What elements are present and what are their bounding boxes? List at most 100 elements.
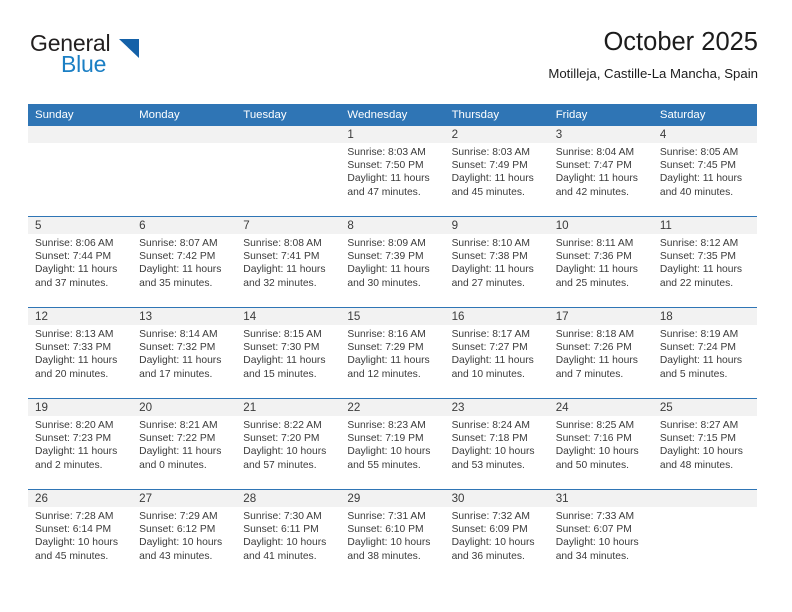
daylight-text-line1: Daylight: 10 hours — [35, 537, 118, 549]
day-number: 20 — [132, 399, 237, 416]
sunset-text: Sunset: 7:16 PM — [555, 433, 632, 445]
calendar-day-cell[interactable]: 23 Sunrise: 8:24 AM Sunset: 7:18 PM Dayligh… — [444, 399, 549, 489]
daylight-text-line1: Daylight: 11 hours — [139, 355, 222, 367]
sunrise-text: Sunrise: 8:24 AM — [451, 420, 530, 431]
brand-triangle-icon — [119, 39, 139, 58]
sunrise-text: Sunrise: 7:33 AM — [555, 511, 635, 522]
sunrise-text: Sunrise: 8:17 AM — [451, 329, 530, 340]
calendar-day-cell[interactable]: 29 Sunrise: 7:31 AM Sunset: 6:10 PM Dayligh… — [340, 490, 445, 580]
brand-logo[interactable]: General Blue — [30, 30, 160, 86]
day-details: Sunrise: 8:13 AM Sunset: 7:33 PM Daylight:… — [28, 325, 132, 381]
sunrise-text: Sunrise: 8:04 AM — [555, 147, 635, 158]
daylight-text-line1: Daylight: 11 hours — [35, 264, 118, 276]
daylight-text-line2: and 7 minutes. — [555, 368, 624, 380]
sunrise-text: Sunrise: 8:13 AM — [35, 329, 114, 340]
sunrise-text: Sunrise: 8:06 AM — [35, 238, 114, 249]
calendar-day-cell[interactable]: 31 Sunrise: 7:33 AM Sunset: 6:07 PM Dayligh… — [548, 490, 653, 580]
weekday-header-wednesday: Wednesday — [340, 104, 445, 126]
daylight-text-line1: Daylight: 10 hours — [451, 537, 535, 549]
daylight-text-line1: Daylight: 10 hours — [243, 537, 327, 549]
day-details: Sunrise: 8:11 AM Sunset: 7:36 PM Daylight:… — [549, 234, 653, 290]
calendar-day-cell[interactable]: 18 Sunrise: 8:19 AM Sunset: 7:24 PM Dayligh… — [652, 308, 757, 398]
sunset-text: Sunset: 7:42 PM — [139, 251, 216, 263]
day-details: Sunrise: 8:16 AM Sunset: 7:29 PM Daylight:… — [340, 325, 444, 381]
daylight-text-line1: Daylight: 11 hours — [659, 264, 743, 276]
brand-name-blue: Blue — [61, 51, 107, 77]
day-number: 3 — [548, 126, 653, 143]
daylight-text-line1: Daylight: 11 hours — [347, 264, 430, 276]
calendar-day-cell[interactable]: 11 Sunrise: 8:12 AM Sunset: 7:35 PM Dayligh… — [652, 217, 757, 307]
calendar-day-cell[interactable]: 7 Sunrise: 8:08 AM Sunset: 7:41 PM Daylight… — [236, 217, 341, 307]
sunset-text: Sunset: 7:44 PM — [35, 251, 112, 263]
calendar-day-cell[interactable]: 4 Sunrise: 8:05 AM Sunset: 7:45 PM Daylight… — [652, 126, 757, 216]
sunset-text: Sunset: 6:12 PM — [139, 524, 216, 536]
sunrise-text: Sunrise: 7:30 AM — [243, 511, 322, 522]
calendar-day-cell[interactable]: 21 Sunrise: 8:22 AM Sunset: 7:20 PM Dayligh… — [236, 399, 341, 489]
calendar-day-cell[interactable]: 27 Sunrise: 7:29 AM Sunset: 6:12 PM Dayligh… — [132, 490, 237, 580]
calendar-day-cell[interactable]: 25 Sunrise: 8:27 AM Sunset: 7:15 PM Dayligh… — [652, 399, 757, 489]
calendar-day-cell[interactable]: 3 Sunrise: 8:04 AM Sunset: 7:47 PM Daylight… — [548, 126, 653, 216]
calendar-day-cell[interactable]: 2 Sunrise: 8:03 AM Sunset: 7:49 PM Daylight… — [444, 126, 549, 216]
daylight-text-line2: and 30 minutes. — [347, 277, 421, 289]
sunset-text: Sunset: 7:38 PM — [451, 251, 528, 263]
calendar-day-cell[interactable]: 6 Sunrise: 8:07 AM Sunset: 7:42 PM Daylight… — [132, 217, 237, 307]
day-number: 15 — [340, 308, 445, 325]
daylight-text-line1: Daylight: 10 hours — [139, 537, 223, 549]
calendar-day-cell[interactable]: 16 Sunrise: 8:17 AM Sunset: 7:27 PM Dayligh… — [444, 308, 549, 398]
day-details: Sunrise: 8:12 AM Sunset: 7:35 PM Daylight:… — [653, 234, 757, 290]
calendar-day-cell[interactable]: 24 Sunrise: 8:25 AM Sunset: 7:16 PM Dayligh… — [548, 399, 653, 489]
day-details: Sunrise: 8:07 AM Sunset: 7:42 PM Daylight:… — [132, 234, 236, 290]
calendar-day-cell[interactable]: 13 Sunrise: 8:14 AM Sunset: 7:32 PM Dayligh… — [132, 308, 237, 398]
title-block: October 2025 Motilleja, Castille-La Manc… — [548, 26, 758, 84]
daylight-text-line2: and 53 minutes. — [451, 459, 525, 471]
sunrise-text: Sunrise: 8:19 AM — [659, 329, 739, 340]
sunrise-text: Sunrise: 8:20 AM — [35, 420, 114, 431]
daylight-text-line1: Daylight: 11 hours — [243, 355, 326, 367]
daylight-text-line2: and 2 minutes. — [35, 459, 103, 471]
calendar-day-cell[interactable]: 30 Sunrise: 7:32 AM Sunset: 6:09 PM Dayligh… — [444, 490, 549, 580]
calendar-day-cell[interactable]: 12 Sunrise: 8:13 AM Sunset: 7:33 PM Dayligh… — [28, 308, 133, 398]
sunrise-text: Sunrise: 8:03 AM — [347, 147, 426, 158]
daylight-text-line1: Daylight: 11 hours — [35, 355, 118, 367]
sunset-text: Sunset: 6:09 PM — [451, 524, 528, 536]
day-number: 4 — [652, 126, 757, 143]
day-number: 21 — [236, 399, 341, 416]
day-details: Sunrise: 8:20 AM Sunset: 7:23 PM Daylight:… — [28, 416, 132, 472]
calendar-day-cell[interactable]: 10 Sunrise: 8:11 AM Sunset: 7:36 PM Dayligh… — [548, 217, 653, 307]
daylight-text-line1: Daylight: 10 hours — [347, 446, 431, 458]
day-number: 22 — [340, 399, 445, 416]
calendar-day-cell[interactable]: 22 Sunrise: 8:23 AM Sunset: 7:19 PM Dayligh… — [340, 399, 445, 489]
daylight-text-line1: Daylight: 11 hours — [347, 355, 430, 367]
calendar-week-row: 1 Sunrise: 8:03 AM Sunset: 7:50 PM Daylight… — [28, 125, 757, 217]
calendar-day-cell[interactable]: 15 Sunrise: 8:16 AM Sunset: 7:29 PM Dayligh… — [340, 308, 445, 398]
daylight-text-line1: Daylight: 10 hours — [243, 446, 327, 458]
daylight-text-line1: Daylight: 11 hours — [659, 355, 743, 367]
day-details: Sunrise: 8:23 AM Sunset: 7:19 PM Daylight:… — [340, 416, 444, 472]
calendar-day-cell[interactable]: 9 Sunrise: 8:10 AM Sunset: 7:38 PM Daylight… — [444, 217, 549, 307]
weekday-header-monday: Monday — [132, 104, 237, 126]
calendar-day-cell[interactable]: 14 Sunrise: 8:15 AM Sunset: 7:30 PM Dayligh… — [236, 308, 341, 398]
daylight-text-line1: Daylight: 11 hours — [347, 173, 430, 185]
daylight-text-line2: and 25 minutes. — [555, 277, 629, 289]
day-details: Sunrise: 8:14 AM Sunset: 7:32 PM Daylight:… — [132, 325, 236, 381]
calendar-day-cell[interactable]: 19 Sunrise: 8:20 AM Sunset: 7:23 PM Dayligh… — [28, 399, 133, 489]
weekday-header-thursday: Thursday — [444, 104, 549, 126]
daylight-text-line2: and 0 minutes. — [139, 459, 207, 471]
daylight-text-line1: Daylight: 10 hours — [451, 446, 535, 458]
calendar-day-cell[interactable]: 8 Sunrise: 8:09 AM Sunset: 7:39 PM Daylight… — [340, 217, 445, 307]
day-number: 31 — [548, 490, 653, 507]
sunset-text: Sunset: 7:19 PM — [347, 433, 424, 445]
calendar-page: General Blue October 2025 Motilleja, Cas… — [0, 0, 792, 612]
daylight-text-line2: and 38 minutes. — [347, 550, 421, 562]
calendar-week-row: 5 Sunrise: 8:06 AM Sunset: 7:44 PM Daylight… — [28, 216, 757, 308]
calendar-day-cell[interactable]: 1 Sunrise: 8:03 AM Sunset: 7:50 PM Daylight… — [340, 126, 445, 216]
sunrise-text: Sunrise: 7:29 AM — [139, 511, 218, 522]
daylight-text-line1: Daylight: 11 hours — [35, 446, 118, 458]
calendar-day-cell[interactable]: 28 Sunrise: 7:30 AM Sunset: 6:11 PM Dayligh… — [236, 490, 341, 580]
calendar-day-cell[interactable]: 17 Sunrise: 8:18 AM Sunset: 7:26 PM Dayligh… — [548, 308, 653, 398]
calendar-day-cell[interactable]: 26 Sunrise: 7:28 AM Sunset: 6:14 PM Dayligh… — [28, 490, 133, 580]
sunset-text: Sunset: 7:26 PM — [555, 342, 632, 354]
calendar-day-cell[interactable]: 5 Sunrise: 8:06 AM Sunset: 7:44 PM Daylight… — [28, 217, 133, 307]
day-number: 30 — [444, 490, 549, 507]
calendar-day-cell[interactable]: 20 Sunrise: 8:21 AM Sunset: 7:22 PM Dayligh… — [132, 399, 237, 489]
